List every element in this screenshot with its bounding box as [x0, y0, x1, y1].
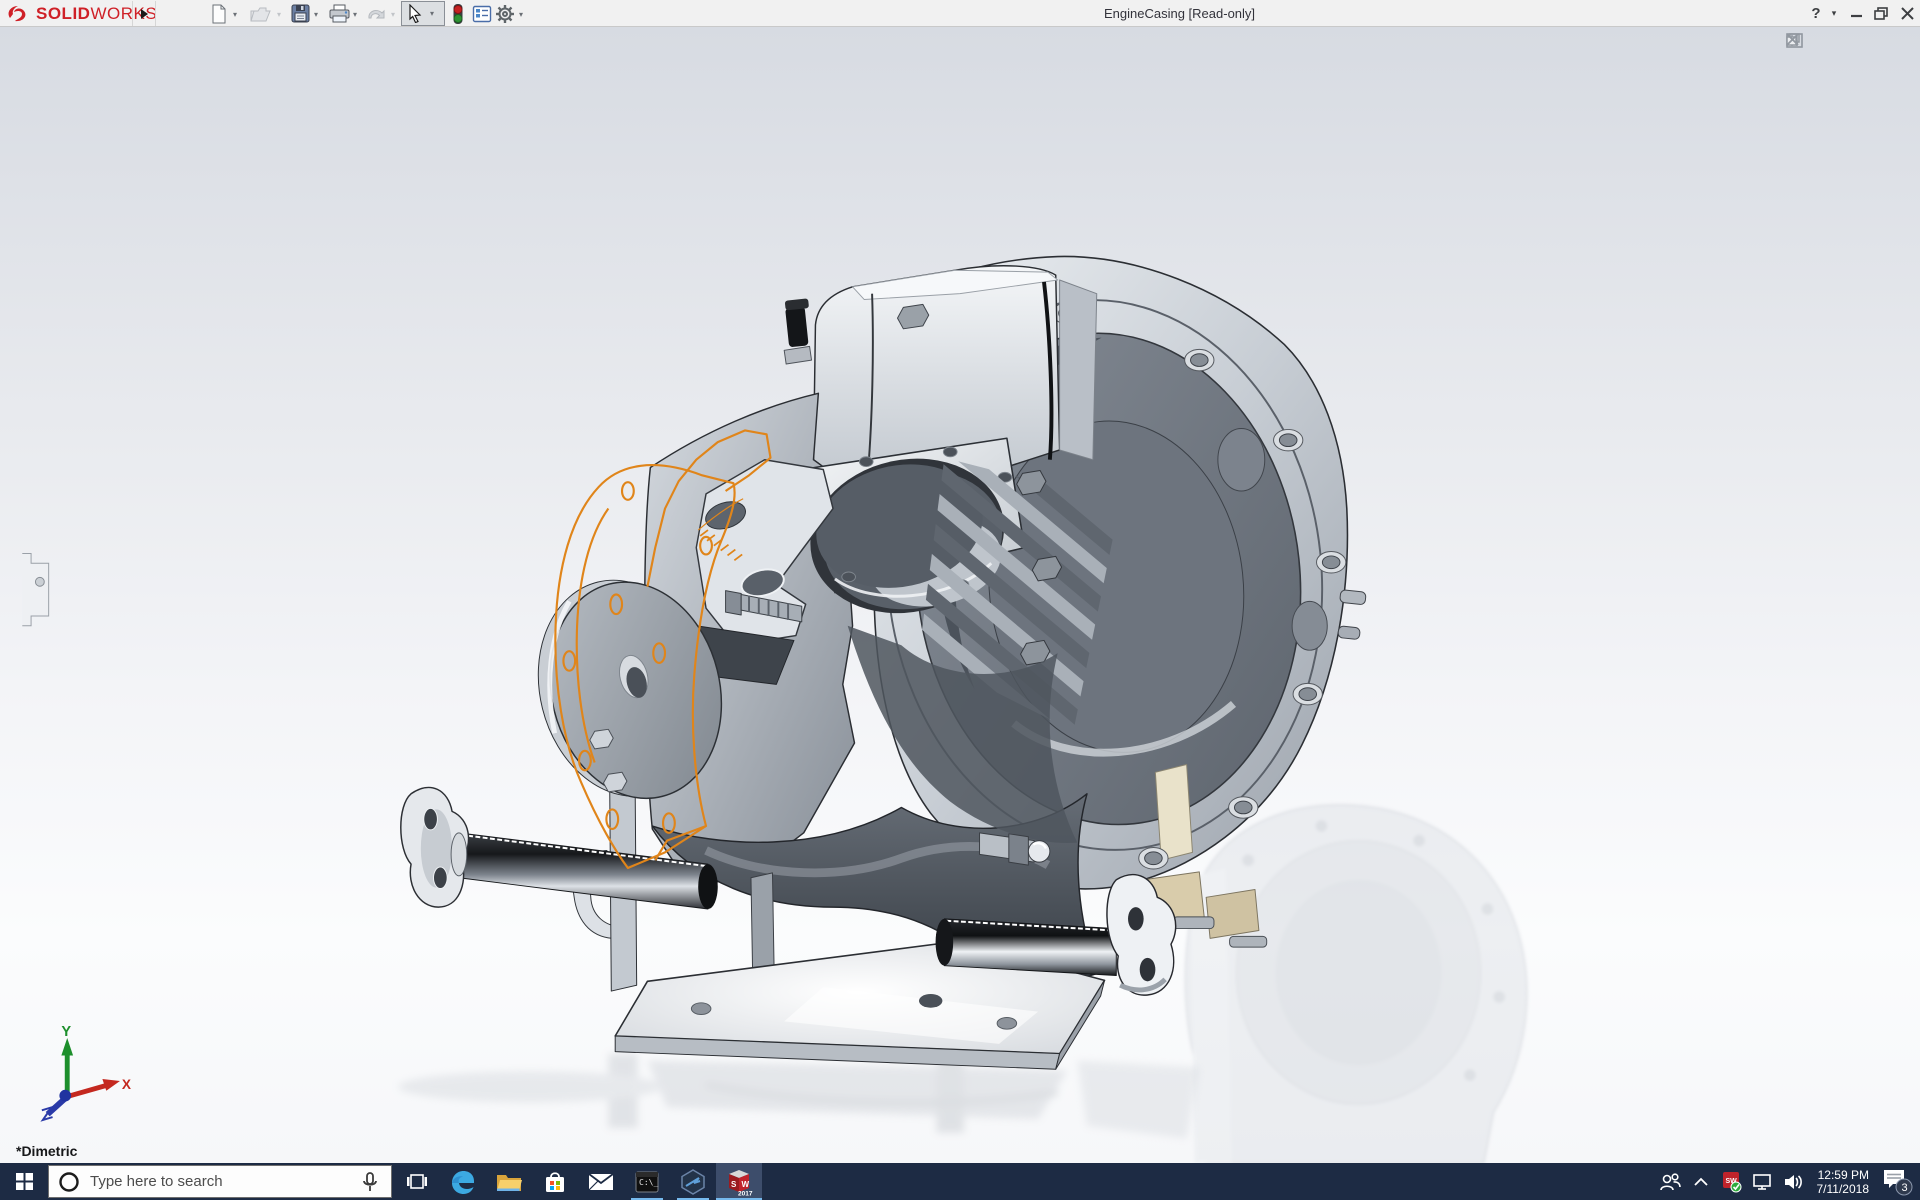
- people-icon[interactable]: [1658, 1168, 1682, 1196]
- toolbar-flyout-arrow[interactable]: [132, 1, 156, 26]
- solidworks-monitor-icon[interactable]: SW: [1720, 1168, 1744, 1196]
- edge-icon: [450, 1169, 476, 1195]
- solidworks-2017-icon: S W 2017: [724, 1167, 754, 1197]
- open-dropdown[interactable]: ▾: [277, 10, 285, 18]
- reference-triad: Y X: [42, 1024, 131, 1120]
- search-placeholder: Type here to search: [90, 1173, 223, 1190]
- task-view-button[interactable]: [394, 1163, 440, 1200]
- print-button[interactable]: [327, 2, 351, 25]
- options-gear-button[interactable]: [493, 2, 517, 25]
- graphics-viewport[interactable]: Y X *Dimetric: [0, 27, 1920, 1163]
- rebuild-traffic-light-icon[interactable]: [446, 2, 470, 25]
- hexagon-app-icon: [680, 1169, 706, 1195]
- window-title: EngineCasing [Read-only]: [1104, 6, 1255, 21]
- clock-date: 7/11/2018: [1817, 1182, 1870, 1196]
- undo-dropdown[interactable]: ▾: [391, 10, 399, 18]
- floor-reflections: [398, 1051, 1199, 1139]
- triad-x-label: X: [122, 1077, 131, 1092]
- file-explorer-icon: [496, 1171, 522, 1193]
- open-button[interactable]: [249, 2, 273, 25]
- minimize-button[interactable]: [1846, 4, 1866, 23]
- store-icon: [543, 1170, 567, 1194]
- command-prompt-icon: C:\_: [635, 1170, 659, 1194]
- file-explorer-button[interactable]: [486, 1163, 532, 1200]
- windows-taskbar: Type here to search: [0, 1163, 1920, 1200]
- cortana-icon: [58, 1171, 80, 1193]
- display-settings-button[interactable]: [470, 2, 494, 25]
- options-dropdown[interactable]: ▾: [519, 10, 527, 18]
- taskbar-search-input[interactable]: Type here to search: [48, 1165, 392, 1198]
- start-button[interactable]: [0, 1163, 48, 1200]
- edge-button[interactable]: [440, 1163, 486, 1200]
- microphone-icon[interactable]: [361, 1172, 379, 1194]
- engine-casing-model[interactable]: Y X: [0, 27, 1920, 1163]
- notification-badge: 3: [1902, 1182, 1908, 1194]
- windows-logo-icon: [16, 1173, 33, 1190]
- mail-icon: [588, 1172, 614, 1192]
- save-button[interactable]: [288, 2, 312, 25]
- new-document-dropdown[interactable]: ▾: [233, 10, 241, 18]
- undo-button[interactable]: [364, 2, 388, 25]
- help-button[interactable]: ?: [1806, 4, 1826, 23]
- volume-icon[interactable]: [1782, 1168, 1806, 1196]
- sw-year: 2017: [738, 1190, 753, 1197]
- task-view-icon: [407, 1173, 427, 1190]
- help-dropdown[interactable]: ▾: [1824, 4, 1844, 23]
- store-button[interactable]: [532, 1163, 578, 1200]
- mail-button[interactable]: [578, 1163, 624, 1200]
- triad-y-label: Y: [61, 1024, 71, 1040]
- taskbar-clock[interactable]: 12:59 PM 7/11/2018: [1813, 1168, 1874, 1196]
- svg-text:C:\_: C:\_: [639, 1178, 658, 1187]
- titlebar: SOLIDWORKS ▾ ▾ ▾ ▾ ▾: [0, 0, 1920, 27]
- view-orientation-label: *Dimetric: [16, 1143, 77, 1159]
- solidworks-window: SOLIDWORKS ▾ ▾ ▾ ▾ ▾: [0, 0, 1920, 1200]
- select-tool-button[interactable]: [403, 2, 427, 25]
- restore-button[interactable]: [1871, 4, 1891, 23]
- network-icon[interactable]: [1751, 1168, 1775, 1196]
- chevron-up-icon[interactable]: [1689, 1168, 1713, 1196]
- action-center-button[interactable]: 3: [1880, 1168, 1914, 1196]
- system-tray: SW 12:59 PM 7/11/2018: [1658, 1163, 1920, 1200]
- hexagon-app-button[interactable]: [670, 1163, 716, 1200]
- svg-text:W: W: [742, 1180, 750, 1189]
- close-button[interactable]: [1897, 4, 1917, 23]
- new-document-button[interactable]: [207, 2, 231, 25]
- sensor-plug: [784, 298, 811, 364]
- dassault-systemes-icon: [6, 3, 32, 25]
- solidworks-2017-button[interactable]: S W 2017: [716, 1163, 762, 1200]
- select-tool-dropdown[interactable]: ▾: [430, 9, 438, 17]
- clock-time: 12:59 PM: [1817, 1168, 1870, 1182]
- feature-manager-collapsed-tab[interactable]: [22, 553, 48, 625]
- command-prompt-button[interactable]: C:\_: [624, 1163, 670, 1200]
- svg-text:S: S: [731, 1180, 737, 1189]
- save-dropdown[interactable]: ▾: [314, 10, 322, 18]
- print-dropdown[interactable]: ▾: [353, 10, 361, 18]
- ghost-part-reflection: [1186, 805, 1527, 1163]
